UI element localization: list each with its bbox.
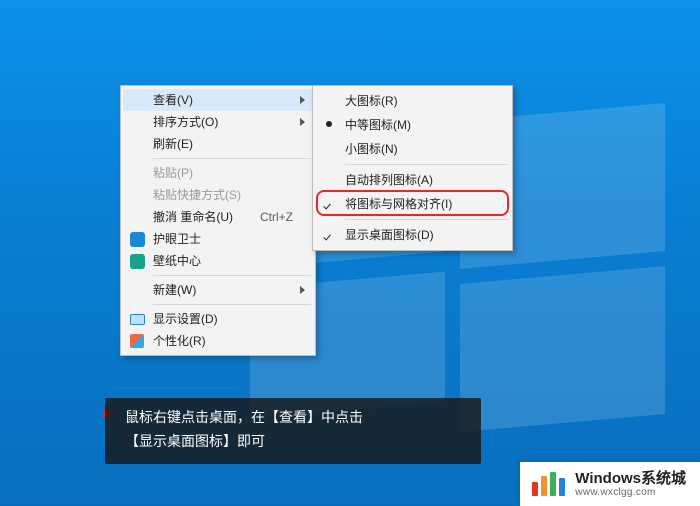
- menu-item-sort[interactable]: 排序方式(O): [123, 111, 313, 133]
- menu-item-label: 自动排列图标(A): [345, 173, 433, 187]
- menu-item-label: 护眼卫士: [153, 232, 201, 246]
- menu-separator: [345, 219, 508, 220]
- submenu-arrow-icon: [300, 286, 305, 294]
- app-icon: [129, 253, 145, 269]
- personalize-icon: [129, 333, 145, 349]
- menu-item-display-settings[interactable]: 显示设置(D): [123, 308, 313, 330]
- menu-item-label: 小图标(N): [345, 142, 398, 156]
- menu-item-view[interactable]: 查看(V): [123, 89, 313, 111]
- menu-separator: [153, 304, 311, 305]
- menu-item-eye-guard[interactable]: 护眼卫士: [123, 228, 313, 250]
- desktop-context-menu: 查看(V) 排序方式(O) 刷新(E) 粘贴(P) 粘贴快捷方式(S) 撤消 重…: [120, 85, 316, 356]
- radio-dot-icon: [321, 116, 337, 132]
- menu-item-label: 大图标(R): [345, 94, 398, 108]
- watermark-url: www.wxclgg.com: [575, 487, 686, 499]
- submenu-item-medium-icons[interactable]: 中等图标(M): [315, 113, 510, 137]
- display-icon: [129, 311, 145, 327]
- menu-item-label: 显示桌面图标(D): [345, 228, 434, 242]
- menu-item-label: 个性化(R): [153, 334, 206, 348]
- menu-item-paste: 粘贴(P): [123, 162, 313, 184]
- caption-line-1: 鼠标右键点击桌面，在【查看】中点击: [125, 406, 465, 430]
- menu-item-personalize[interactable]: 个性化(R): [123, 330, 313, 352]
- tutorial-caption: 鼠标右键点击桌面，在【查看】中点击 【显示桌面图标】即可: [105, 398, 481, 464]
- menu-item-undo-rename[interactable]: 撤消 重命名(U) Ctrl+Z: [123, 206, 313, 228]
- menu-item-label: 刷新(E): [153, 137, 193, 151]
- watermark-title: Windows系统城: [575, 470, 686, 487]
- submenu-item-large-icons[interactable]: 大图标(R): [315, 89, 510, 113]
- radio-slot: [321, 92, 337, 108]
- submenu-item-small-icons[interactable]: 小图标(N): [315, 137, 510, 161]
- site-watermark: Windows系统城 www.wxclgg.com: [520, 462, 700, 506]
- menu-item-label: 粘贴快捷方式(S): [153, 188, 241, 202]
- menu-item-refresh[interactable]: 刷新(E): [123, 133, 313, 155]
- menu-item-label: 中等图标(M): [345, 118, 411, 132]
- menu-separator: [153, 158, 311, 159]
- submenu-item-auto-arrange[interactable]: 自动排列图标(A): [315, 168, 510, 192]
- menu-item-label: 显示设置(D): [153, 312, 218, 326]
- menu-item-label: 撤消 重命名(U): [153, 210, 233, 224]
- submenu-item-align-to-grid[interactable]: 将图标与网格对齐(I): [315, 192, 510, 216]
- menu-item-label: 查看(V): [153, 93, 193, 107]
- menu-item-label: 将图标与网格对齐(I): [345, 197, 452, 211]
- menu-item-wallpaper-center[interactable]: 壁纸中心: [123, 250, 313, 272]
- view-submenu: 大图标(R) 中等图标(M) 小图标(N) 自动排列图标(A) 将图标与网格对齐…: [312, 85, 513, 251]
- menu-item-label: 壁纸中心: [153, 254, 201, 268]
- menu-item-label: 新建(W): [153, 283, 196, 297]
- menu-item-accelerator: Ctrl+Z: [260, 206, 293, 228]
- radio-slot: [321, 140, 337, 156]
- submenu-arrow-icon: [300, 118, 305, 126]
- menu-item-label: 排序方式(O): [153, 115, 218, 129]
- watermark-logo-icon: [532, 472, 565, 496]
- check-slot: [321, 171, 337, 187]
- submenu-item-show-desktop-icons[interactable]: 显示桌面图标(D): [315, 223, 510, 247]
- menu-item-paste-shortcut: 粘贴快捷方式(S): [123, 184, 313, 206]
- checkmark-icon: [321, 195, 337, 211]
- menu-separator: [153, 275, 311, 276]
- app-icon: [129, 231, 145, 247]
- menu-separator: [345, 164, 508, 165]
- menu-item-label: 粘贴(P): [153, 166, 193, 180]
- caption-line-2: 【显示桌面图标】即可: [125, 430, 465, 454]
- windows-desktop[interactable]: 查看(V) 排序方式(O) 刷新(E) 粘贴(P) 粘贴快捷方式(S) 撤消 重…: [0, 0, 700, 506]
- menu-item-new[interactable]: 新建(W): [123, 279, 313, 301]
- checkmark-icon: [321, 226, 337, 242]
- submenu-arrow-icon: [300, 96, 305, 104]
